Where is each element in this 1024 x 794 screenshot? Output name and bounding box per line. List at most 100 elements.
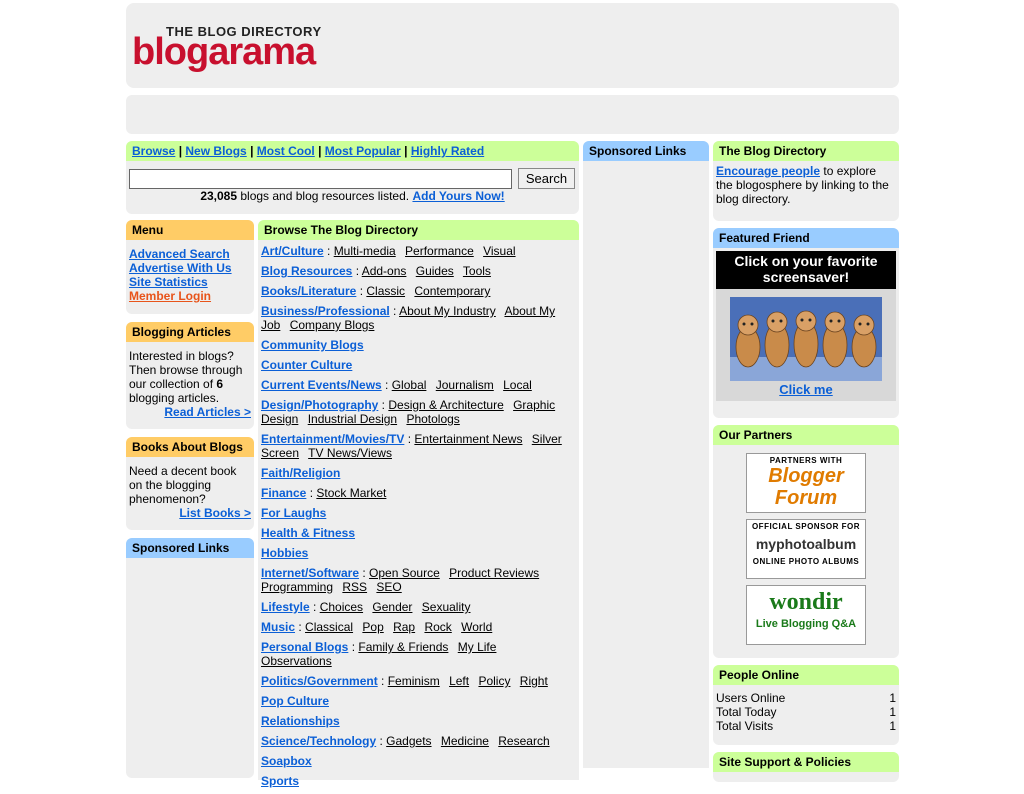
blogarama-logo[interactable]: THE BLOG DIRECTORY blogarama [132,21,332,71]
nav-most-popular-link[interactable]: Most Popular [325,144,401,158]
subcategory-link[interactable]: Add-ons [362,264,407,278]
add-yours-link[interactable]: Add Yours Now! [412,189,504,203]
people-online-title: People Online [713,665,899,685]
advertise-link[interactable]: Advertise With Us [129,261,251,275]
category-link[interactable]: Current Events/News [261,378,382,392]
subcategory-link[interactable]: Gender [372,600,412,614]
category-separator: : [377,674,388,688]
subcategory-link[interactable]: Medicine [441,734,489,748]
category-link[interactable]: Faith/Religion [261,466,340,480]
subcategory-link[interactable]: Product Reviews [449,566,539,580]
people-row-value: 1 [889,719,896,733]
subcategory-link[interactable]: Journalism [436,378,494,392]
ad-banner [126,95,899,134]
subcategory-link[interactable]: Performance [405,244,474,258]
category-link[interactable]: For Laughs [261,506,326,520]
subcategory-link[interactable]: TV News/Views [308,446,392,460]
category-link[interactable]: Pop Culture [261,694,329,708]
subcategory-link[interactable]: Open Source [369,566,440,580]
category-link[interactable]: Music [261,620,295,634]
menu-list: Advanced Search Advertise With Us Site S… [126,240,254,306]
category-link[interactable]: Internet/Software [261,566,359,580]
category-link[interactable]: Finance [261,486,306,500]
subcategory-link[interactable]: Rap [393,620,415,634]
subcategory-link[interactable]: SEO [376,580,401,594]
nav-most-cool-link[interactable]: Most Cool [257,144,315,158]
partner-wondir[interactable]: wondir Live Blogging Q&A [746,585,866,645]
category-link[interactable]: Sports [261,774,299,788]
subcategory-link[interactable]: Research [498,734,549,748]
category-link[interactable]: Politics/Government [261,674,378,688]
subcategory-link[interactable]: Visual [483,244,515,258]
subcategory-link[interactable]: Gadgets [386,734,431,748]
subcategory-link[interactable]: Design & Architecture [388,398,503,412]
search-button[interactable]: Search [518,168,575,189]
subcategory-link[interactable]: RSS [342,580,367,594]
subcategory-link[interactable]: Feminism [388,674,440,688]
category-link[interactable]: Science/Technology [261,734,376,748]
subcategory-link[interactable]: My Life [458,640,497,654]
blog-directory-title: The Blog Directory [713,141,899,161]
category-row: Internet/Software : Open Source Product … [258,566,579,600]
category-link[interactable]: Soapbox [261,754,312,768]
category-link[interactable]: Blog Resources [261,264,352,278]
subcategory-link[interactable]: Classical [305,620,353,634]
sponsored-links-middle-title: Sponsored Links [583,141,709,161]
kittens-image[interactable] [730,297,882,381]
category-link[interactable]: Art/Culture [261,244,324,258]
list-books-link[interactable]: List Books > [129,506,251,520]
subcategory-link[interactable]: Sexuality [422,600,471,614]
category-link[interactable]: Counter Culture [261,358,352,372]
partner-myphotoalbum[interactable]: OFFICIAL SPONSOR FOR myphotoalbum ONLINE… [746,519,866,579]
subcategory-link[interactable]: Observations [261,654,332,668]
subcategory-link[interactable]: Industrial Design [308,412,397,426]
subcategory-link[interactable]: Family & Friends [358,640,448,654]
advanced-search-link[interactable]: Advanced Search [129,247,251,261]
nav-highly-rated-link[interactable]: Highly Rated [411,144,484,158]
subcategory-link[interactable]: Pop [362,620,383,634]
subcategory-link[interactable]: Entertainment News [414,432,522,446]
subcategory-link[interactable]: Guides [416,264,454,278]
subcategory-link[interactable]: World [461,620,492,634]
subcategory-link[interactable]: Choices [320,600,363,614]
partner-blogger-forum[interactable]: PARTNERS WITH Blogger Forum [746,453,866,513]
subcategory-link[interactable]: Global [392,378,427,392]
subcategory-link[interactable]: Left [449,674,469,688]
category-link[interactable]: Community Blogs [261,338,364,352]
site-statistics-link[interactable]: Site Statistics [129,275,251,289]
subcategory-link[interactable]: Classic [366,284,405,298]
blogging-articles-title: Blogging Articles [126,322,254,342]
search-input[interactable] [129,169,512,189]
subcategory-link[interactable]: Rock [424,620,451,634]
subcategory-link[interactable]: Policy [478,674,510,688]
category-link[interactable]: Personal Blogs [261,640,348,654]
subcategory-link[interactable]: Photologs [406,412,459,426]
subcategory-link[interactable]: Tools [463,264,491,278]
blogging-articles-box: Blogging Articles Interested in blogs? T… [126,322,254,429]
subcategory-link[interactable]: Right [520,674,548,688]
subcategory-link[interactable]: Company Blogs [290,318,375,332]
category-link[interactable]: Books/Literature [261,284,356,298]
encourage-people-link[interactable]: Encourage people [716,164,820,178]
subcategory-link[interactable]: Stock Market [316,486,386,500]
category-link[interactable]: Business/Professional [261,304,390,318]
subcategory-link[interactable]: Programming [261,580,333,594]
read-articles-link[interactable]: Read Articles > [129,405,251,419]
category-link[interactable]: Entertainment/Movies/TV [261,432,404,446]
subcategory-link[interactable]: Multi-media [334,244,396,258]
click-me-link[interactable]: Click me [716,382,896,397]
subcategory-link[interactable]: Local [503,378,532,392]
category-link[interactable]: Hobbies [261,546,308,560]
subcategory-link[interactable]: About My Industry [399,304,496,318]
member-login-link[interactable]: Member Login [129,289,251,303]
category-link[interactable]: Design/Photography [261,398,378,412]
category-link[interactable]: Relationships [261,714,340,728]
nav-new-blogs-link[interactable]: New Blogs [185,144,246,158]
category-row: Faith/Religion [258,466,579,486]
subcategory-link[interactable]: Contemporary [414,284,490,298]
nav-browse-link[interactable]: Browse [132,144,175,158]
screensaver-ad[interactable]: Click on your favorite screensaver! Clic… [716,251,896,401]
category-link[interactable]: Lifestyle [261,600,310,614]
category-link[interactable]: Health & Fitness [261,526,355,540]
partner-1-top: PARTNERS WITH [769,456,843,465]
